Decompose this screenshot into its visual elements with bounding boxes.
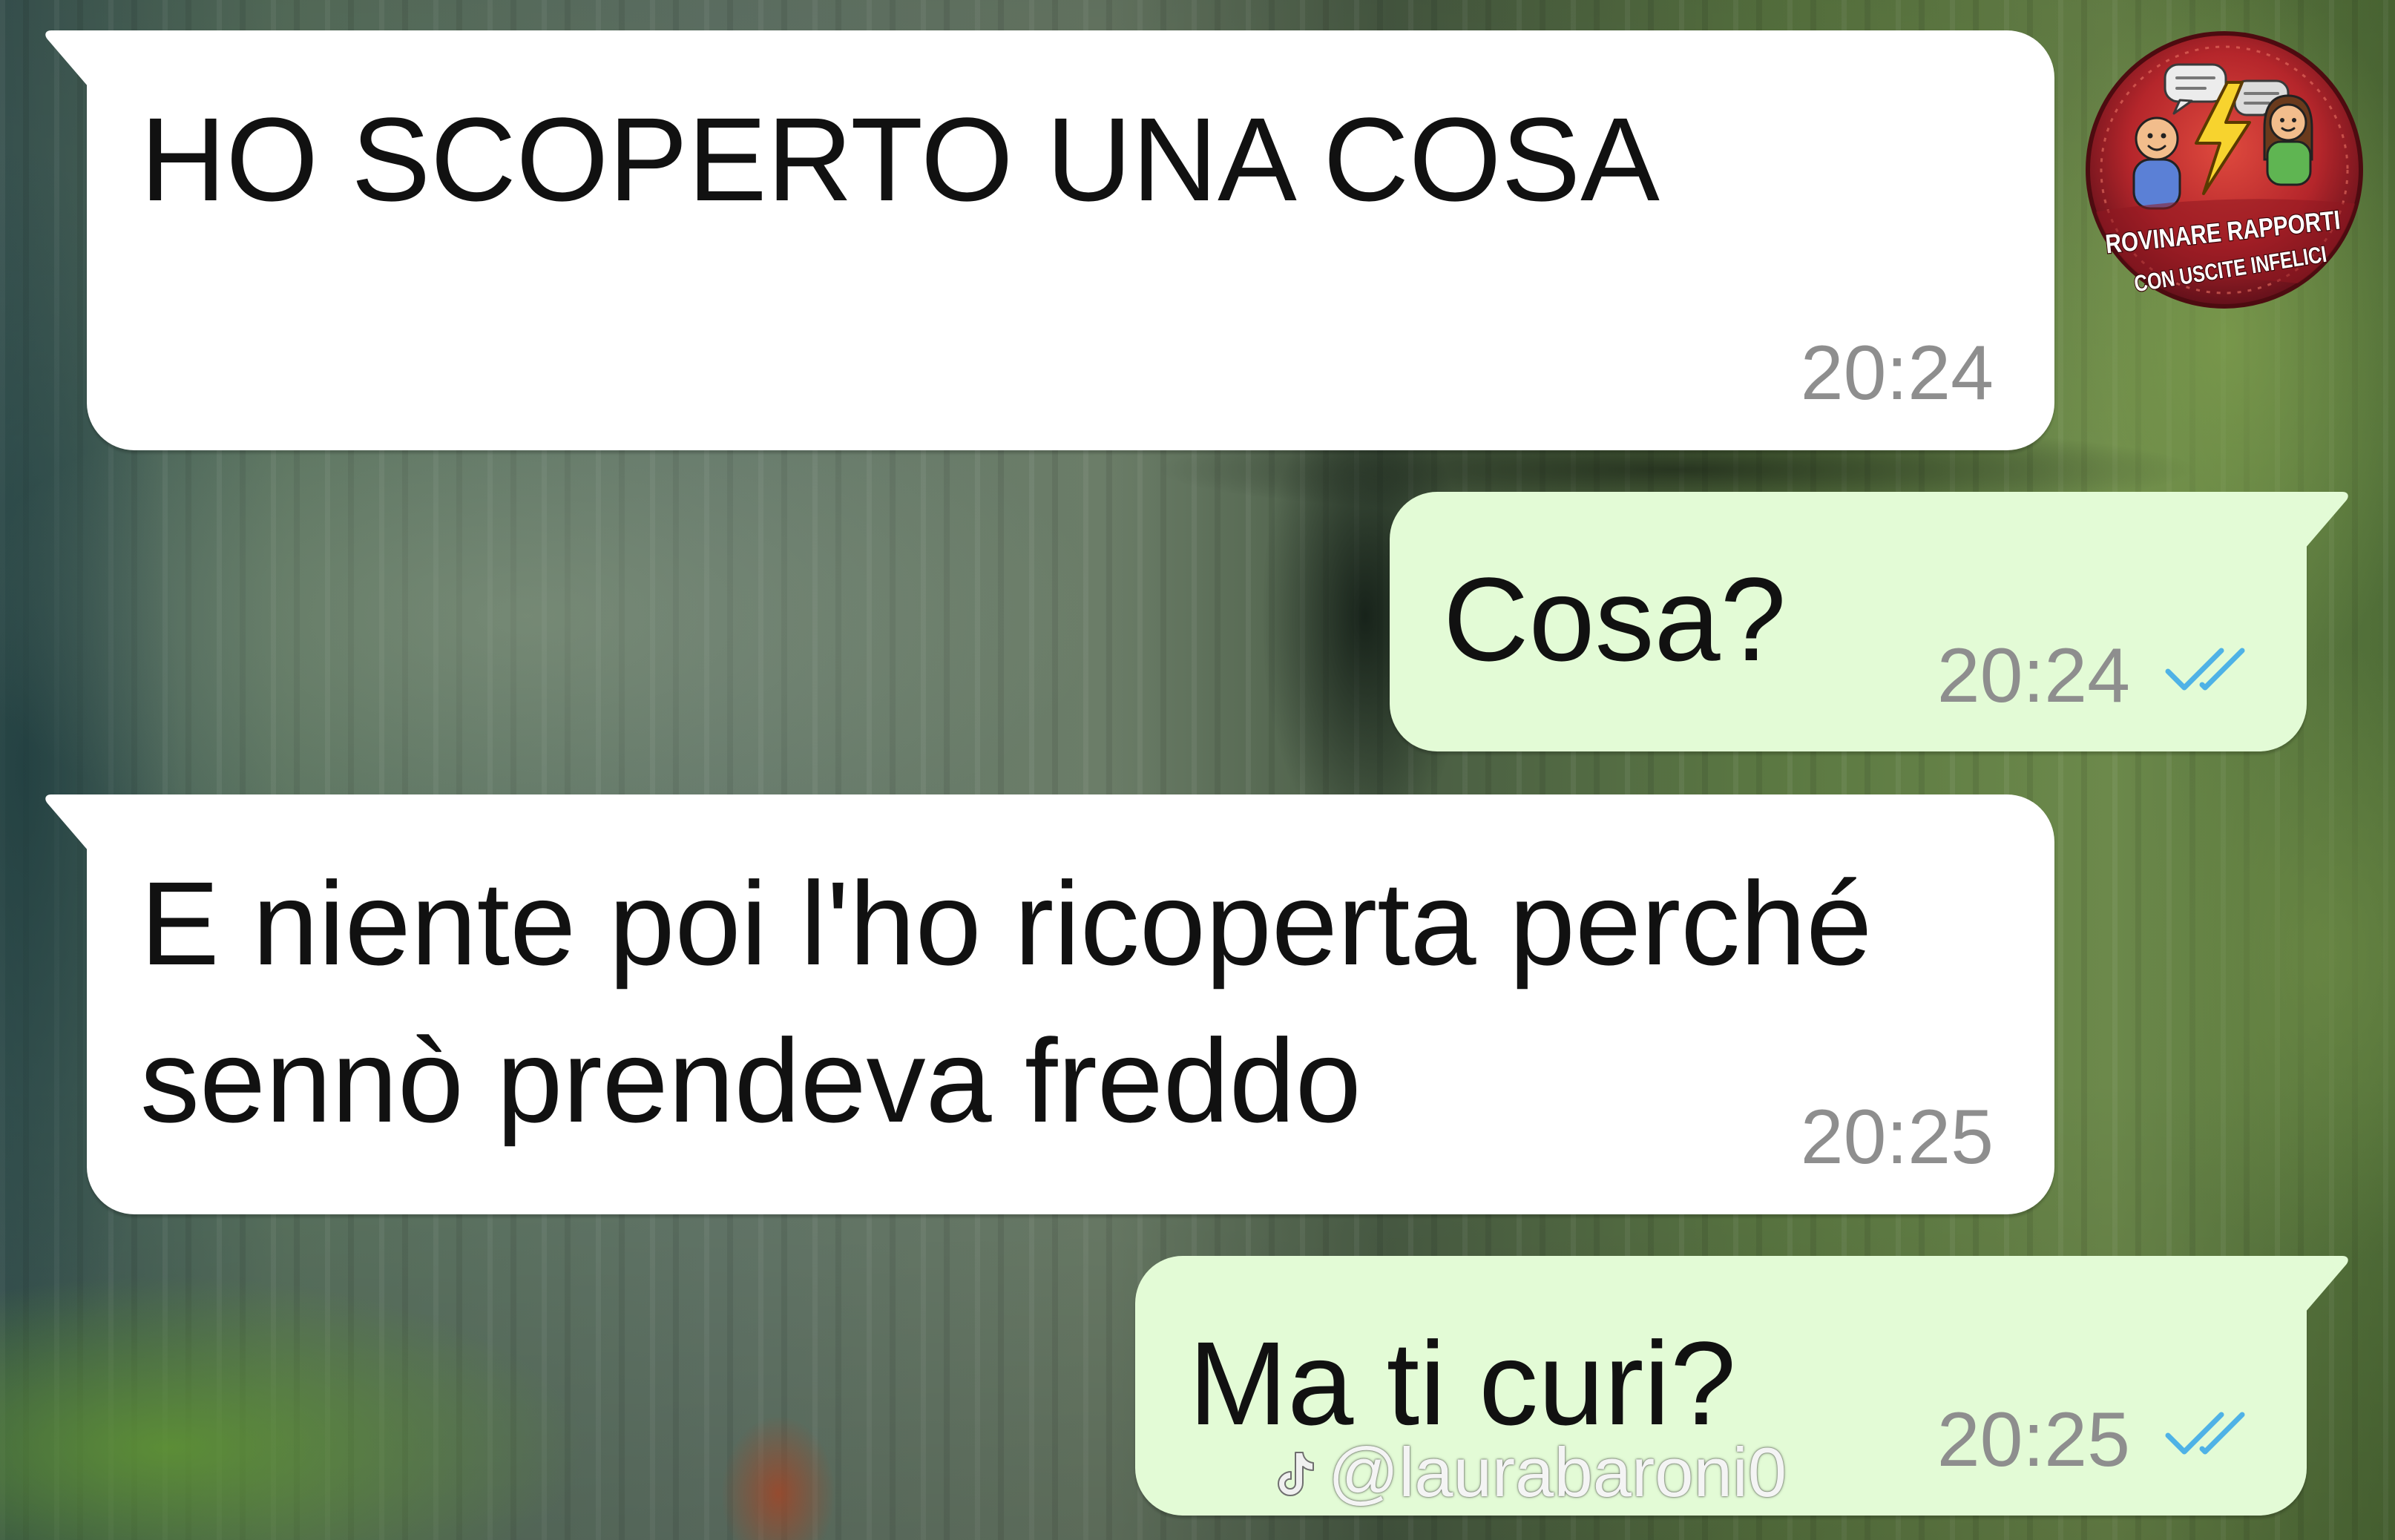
message-timestamp: 20:25 xyxy=(1800,1094,1994,1180)
message-line: E niente poi l'ho ricoperta perché xyxy=(140,857,1873,990)
double-check-icon xyxy=(2165,1412,2245,1455)
message-timestamp: 20:24 xyxy=(1936,633,2130,719)
message-line: sennò prendeva freddo xyxy=(140,1014,1361,1147)
bubble-tail xyxy=(45,30,88,87)
message-bubble-outgoing[interactable]: Cosa? 20:24 xyxy=(1390,492,2348,751)
logo-badge: ROVINARE RAPPORTI CON USCITE INFELICI xyxy=(2086,31,2363,309)
message-line: Cosa? xyxy=(1443,553,1787,685)
chat-thread: HO SCOPERTO UNA COSA 20:24 Cosa? 20:24 E… xyxy=(0,0,2395,1540)
tiktok-icon xyxy=(1278,1452,1314,1496)
message-timestamp: 20:24 xyxy=(1800,330,1994,416)
tiktok-watermark: @laurabaroni0 xyxy=(1270,1438,1797,1512)
message-text: Cosa? xyxy=(1443,541,1787,698)
message-line: HO SCOPERTO UNA COSA xyxy=(140,93,1660,226)
watermark-handle: @laurabaroni0 xyxy=(1328,1433,1787,1511)
double-check-icon xyxy=(2165,648,2245,691)
message-text: E niente poi l'ho ricoperta perché sennò… xyxy=(140,845,1872,1159)
bubble-tail xyxy=(2305,1256,2348,1312)
message-timestamp: 20:25 xyxy=(1936,1397,2130,1483)
person-icon xyxy=(2132,116,2181,210)
person-icon xyxy=(2263,94,2313,186)
bubble-tail xyxy=(45,794,88,851)
message-bubble-incoming[interactable]: E niente poi l'ho ricoperta perché sennò… xyxy=(45,794,2054,1214)
bubble-tail xyxy=(2305,492,2348,548)
message-bubble-incoming[interactable]: HO SCOPERTO UNA COSA 20:24 xyxy=(45,30,2054,450)
message-text: HO SCOPERTO UNA COSA xyxy=(140,81,1660,238)
